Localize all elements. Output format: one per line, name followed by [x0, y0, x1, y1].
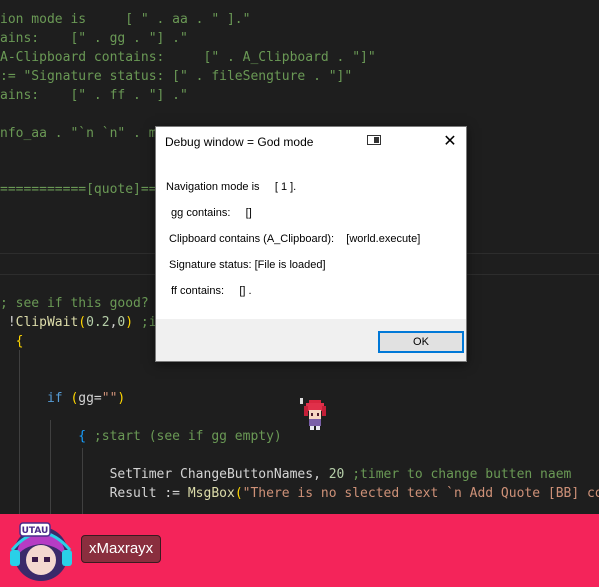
code-line: Result := MsgBox("There is no slected te…: [0, 485, 599, 503]
code-token: ;i: [133, 315, 157, 330]
code-line: nfo_aa . "`n `n" . m: [0, 125, 157, 143]
code-token: (: [234, 486, 243, 501]
code-line: ains: [" . ff . "] .": [0, 87, 188, 105]
code-token: !: [0, 315, 16, 330]
signature-status-text: Signature status: [File is loaded]: [169, 259, 326, 271]
dialog-button-area: OK: [156, 319, 466, 361]
debug-message-box: Debug window = God mode ✕ Navigation mod…: [155, 126, 467, 362]
window-pin-icon[interactable]: [367, 135, 381, 145]
pixel-character-sprite: [300, 398, 326, 430]
code-token: {: [0, 429, 87, 444]
code-token: A-Clipboard contains: [" . A_Clipboard .…: [0, 50, 376, 65]
code-token: "There is no slected text `n Add Quote […: [242, 486, 599, 501]
code-token: (: [78, 315, 87, 330]
code-token: ClipWait: [15, 315, 79, 330]
code-token: ): [125, 315, 134, 330]
gg-contains-text: gg contains: []: [168, 207, 252, 219]
code-token: ains: [" . ff . "] .": [0, 88, 188, 103]
code-line: !ClipWait(0.2,0) ;i: [0, 314, 157, 332]
code-token: SetTimer ChangeButtonNames,: [0, 467, 329, 482]
ok-button[interactable]: OK: [378, 331, 464, 353]
code-line: ion mode is [ " . aa . " ].": [0, 11, 250, 29]
dialog-titlebar[interactable]: Debug window = God mode ✕: [156, 127, 466, 157]
code-token: ;start (see if gg empty): [86, 429, 282, 444]
code-token: ; see if this good?: [0, 296, 149, 311]
code-token: ===========[quote]===: [0, 182, 165, 197]
code-token: Result :=: [0, 486, 188, 501]
code-token: MsgBox: [187, 486, 235, 501]
username-label: xMaxrayx: [81, 535, 162, 563]
clipboard-contains-text: Clipboard contains (A_Clipboard): [world…: [169, 233, 421, 245]
code-line: {: [0, 333, 24, 351]
navigation-mode-text: Navigation mode is [ 1 ].: [166, 181, 297, 193]
dialog-title: Debug window = God mode: [165, 135, 314, 149]
code-line: ; see if this good?: [0, 295, 149, 313]
code-token: "": [101, 391, 118, 406]
code-token: ): [117, 391, 126, 406]
avatar-badge-text: UTAU: [22, 526, 49, 536]
code-line: A-Clipboard contains: [" . A_Clipboard .…: [0, 49, 376, 67]
code-line: := "Signature status: [" . fileSengture …: [0, 68, 352, 86]
code-token: := "Signature status: [" . fileSengture …: [0, 69, 353, 84]
code-line: ===========[quote]===: [0, 181, 164, 199]
code-token: {: [0, 334, 24, 349]
code-token: ains: [" . gg . "] .": [0, 31, 188, 46]
close-icon[interactable]: ✕: [440, 132, 460, 152]
code-token: ion mode is [ " . aa . " ].": [0, 12, 251, 27]
code-token: 0.2: [86, 315, 110, 330]
code-token: ;timer to change butten naem: [344, 467, 572, 482]
avatar: UTAU: [10, 522, 72, 581]
code-line: if (gg=""): [0, 390, 125, 408]
code-token: gg=: [78, 391, 102, 406]
code-line: SetTimer ChangeButtonNames, 20 ;timer to…: [0, 466, 572, 484]
code-line: ains: [" . gg . "] .": [0, 30, 188, 48]
code-token: 20: [328, 467, 345, 482]
code-token: if: [0, 391, 71, 406]
code-token: nfo_aa . "`n `n" . m: [0, 126, 157, 141]
code-line: { ;start (see if gg empty): [0, 428, 282, 446]
ff-contains-text: ff contains: [] .: [168, 285, 252, 297]
